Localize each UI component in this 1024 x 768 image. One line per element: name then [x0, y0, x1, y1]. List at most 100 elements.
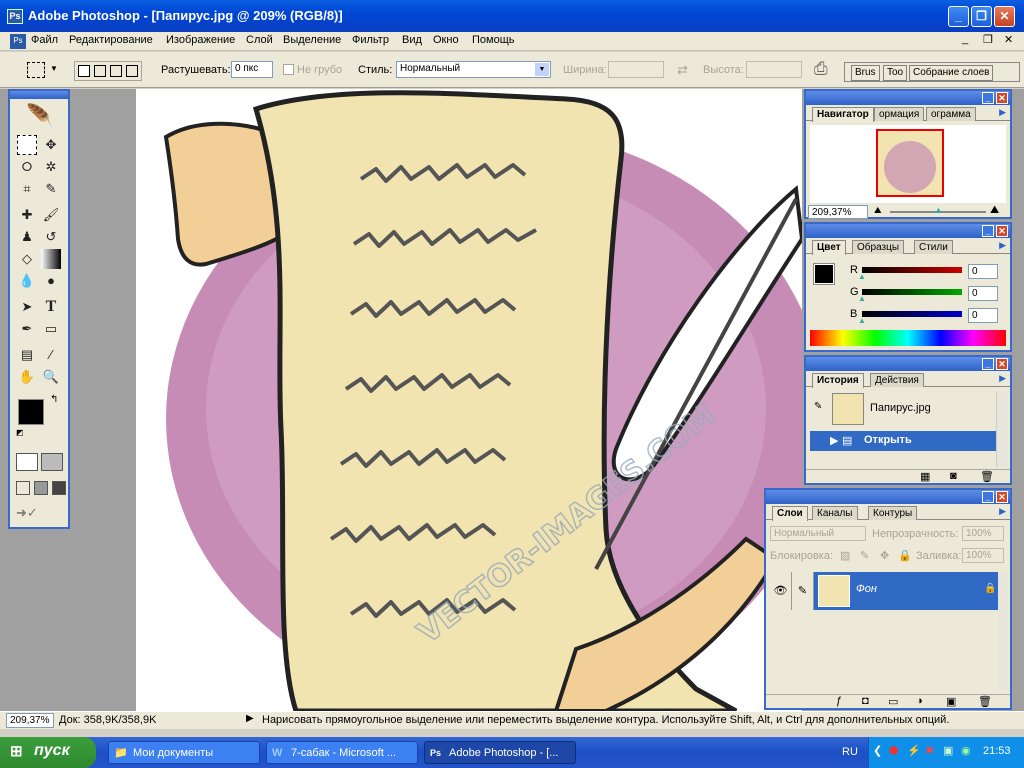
hand-tool-icon[interactable]: ✋ — [17, 367, 37, 387]
move-tool-icon[interactable]: ✥ — [41, 135, 61, 155]
palette-menu-icon[interactable]: ▶ — [999, 240, 1006, 251]
status-menu-arrow-icon[interactable]: ▶ — [246, 713, 254, 724]
doc-close-button[interactable]: ✕ — [1004, 33, 1013, 46]
tab-info[interactable]: ормация — [874, 107, 925, 121]
brush-link-icon[interactable]: ✎ — [792, 572, 814, 610]
palette-menu-icon[interactable]: ▶ — [999, 373, 1006, 384]
path-selection-tool-icon[interactable]: ➤ — [17, 297, 37, 317]
palette-minimize-icon[interactable]: _ — [982, 92, 994, 104]
magic-wand-tool-icon[interactable]: ✲ — [41, 157, 61, 177]
zoom-tool-icon[interactable]: 🔍 — [41, 367, 61, 387]
feather-input[interactable]: 0 пкс — [231, 61, 273, 78]
zoom-in-icon[interactable]: ⛰ — [990, 204, 999, 217]
channel-input[interactable]: 0 — [968, 308, 998, 323]
new-selection-icon[interactable] — [78, 65, 90, 77]
network-icon[interactable]: ⚡ — [907, 744, 921, 757]
tab-histogram[interactable]: ограмма — [926, 107, 976, 121]
new-snapshot-icon[interactable]: ◙ — [950, 470, 957, 482]
tab-paths[interactable]: Контуры — [868, 506, 918, 520]
layer-row[interactable]: 👁 ✎ Фон 🔒 — [770, 572, 998, 610]
channel-slider[interactable] — [862, 267, 962, 273]
layers-scrollbar[interactable] — [998, 572, 1008, 690]
eye-icon[interactable]: 👁 — [770, 572, 792, 610]
style-select[interactable]: Нормальный ▼ — [396, 61, 551, 78]
new-group-icon[interactable]: ▭ — [888, 695, 898, 708]
fill-input[interactable]: 100% — [962, 548, 1004, 563]
antivirus-icon[interactable]: ⬢ — [889, 744, 899, 757]
channel-slider-thumb[interactable]: ▲ — [858, 272, 866, 281]
palette-menu-icon[interactable]: ▶ — [999, 107, 1006, 118]
restore-button[interactable]: ❐ — [971, 6, 992, 27]
channel-slider-thumb[interactable]: ▲ — [858, 294, 866, 303]
trash-icon[interactable]: 🗑 — [978, 695, 992, 708]
shape-tool-icon[interactable]: ▭ — [41, 319, 61, 339]
layer-mask-icon[interactable]: ◘ — [862, 695, 869, 707]
palette-minimize-icon[interactable]: _ — [982, 225, 994, 237]
stamp-tool-icon[interactable]: ♟ — [17, 227, 37, 247]
document-icon[interactable]: Ps — [10, 34, 26, 49]
subtract-selection-icon[interactable] — [110, 65, 122, 77]
new-layer-icon[interactable]: ▣ — [946, 695, 956, 708]
task-photoshop[interactable]: Ps Adobe Photoshop - [... — [424, 741, 576, 764]
navigator-palette-header[interactable]: _ ✕ — [806, 91, 1010, 105]
swap-colors-icon[interactable]: ↰ — [50, 394, 58, 405]
palette-well-tab-brushes[interactable]: Brus — [851, 65, 880, 81]
dodge-tool-icon[interactable]: ● — [41, 271, 61, 291]
screen-mode-standard-icon[interactable] — [16, 481, 30, 495]
opacity-input[interactable]: 100% — [962, 526, 1004, 541]
lock-all-icon[interactable]: 🔒 — [898, 549, 912, 562]
palette-minimize-icon[interactable]: _ — [982, 358, 994, 370]
eyedropper-tool-icon[interactable]: ⁄ — [41, 345, 61, 365]
history-brush-source-icon[interactable]: ✎ — [814, 401, 822, 412]
tool-preset-icon[interactable]: ⎙ — [814, 59, 828, 79]
lock-position-icon[interactable]: ✥ — [880, 549, 889, 562]
palette-well-tab-tools[interactable]: Too — [883, 65, 908, 81]
navigator-view-box[interactable] — [876, 129, 944, 197]
history-brush-tool-icon[interactable]: ↺ — [41, 227, 61, 247]
palette-close-icon[interactable]: ✕ — [996, 358, 1008, 370]
menu-select[interactable]: Выделение — [283, 34, 341, 46]
zoom-out-icon[interactable]: ⛰ — [874, 205, 882, 216]
palette-close-icon[interactable]: ✕ — [996, 92, 1008, 104]
type-tool-icon[interactable]: T — [41, 297, 61, 317]
chevron-down-icon[interactable]: ▼ — [535, 63, 549, 76]
language-indicator[interactable]: RU — [842, 746, 858, 758]
color-foreground-swatch[interactable] — [813, 263, 835, 285]
navigator-zoom-input[interactable]: 209,37% — [808, 205, 868, 219]
blend-mode-select[interactable]: Нормальный — [770, 526, 866, 541]
screen-mode-full-icon[interactable] — [52, 481, 66, 495]
task-my-documents[interactable]: 📁 Мои документы — [108, 741, 260, 764]
menu-edit[interactable]: Редактирование — [69, 34, 153, 46]
history-step-row[interactable]: ▶ ▤ Открыть — [810, 431, 996, 451]
brush-tool-icon[interactable]: 🖌 — [41, 205, 61, 225]
tray-expand-icon[interactable]: ❮ — [873, 744, 882, 757]
history-palette-header[interactable]: _ ✕ — [806, 357, 1010, 371]
add-selection-icon[interactable] — [94, 65, 106, 77]
new-document-from-state-icon[interactable]: ▦ — [920, 470, 930, 483]
tab-actions[interactable]: Действия — [870, 373, 924, 387]
lock-image-icon[interactable]: ✎ — [860, 549, 869, 562]
color-palette-header[interactable]: _ ✕ — [806, 224, 1010, 238]
antialias-checkbox[interactable] — [283, 64, 294, 75]
tab-history[interactable]: История — [812, 373, 864, 388]
status-zoom-input[interactable]: 209,37% — [6, 713, 54, 728]
swap-icon[interactable]: ⇄ — [677, 62, 688, 78]
quick-mask-mode-icon[interactable] — [41, 453, 63, 471]
monitor-icon[interactable]: ▣ — [943, 744, 953, 757]
feather-logo-icon[interactable]: 🪶 — [18, 103, 62, 131]
notes-tool-icon[interactable]: ▤ — [17, 345, 37, 365]
channel-input[interactable]: 0 — [968, 286, 998, 301]
menu-layer[interactable]: Слой — [246, 34, 273, 46]
palette-close-icon[interactable]: ✕ — [996, 225, 1008, 237]
foreground-color-swatch[interactable] — [18, 399, 44, 425]
color-ramp[interactable] — [810, 330, 1006, 346]
history-scrollbar[interactable] — [996, 391, 1008, 467]
jump-to-imageready-icon[interactable]: ➜✓ — [16, 505, 64, 523]
task-word[interactable]: W 7-сабак - Microsoft ... — [266, 741, 418, 764]
eraser-tool-icon[interactable]: ◇ — [17, 249, 37, 269]
security-icon[interactable]: ✖ — [925, 744, 934, 757]
width-input[interactable] — [608, 61, 664, 78]
tab-swatches[interactable]: Образцы — [852, 240, 905, 254]
marquee-preset-icon[interactable] — [27, 62, 45, 78]
tab-navigator[interactable]: Навигатор — [812, 107, 874, 122]
